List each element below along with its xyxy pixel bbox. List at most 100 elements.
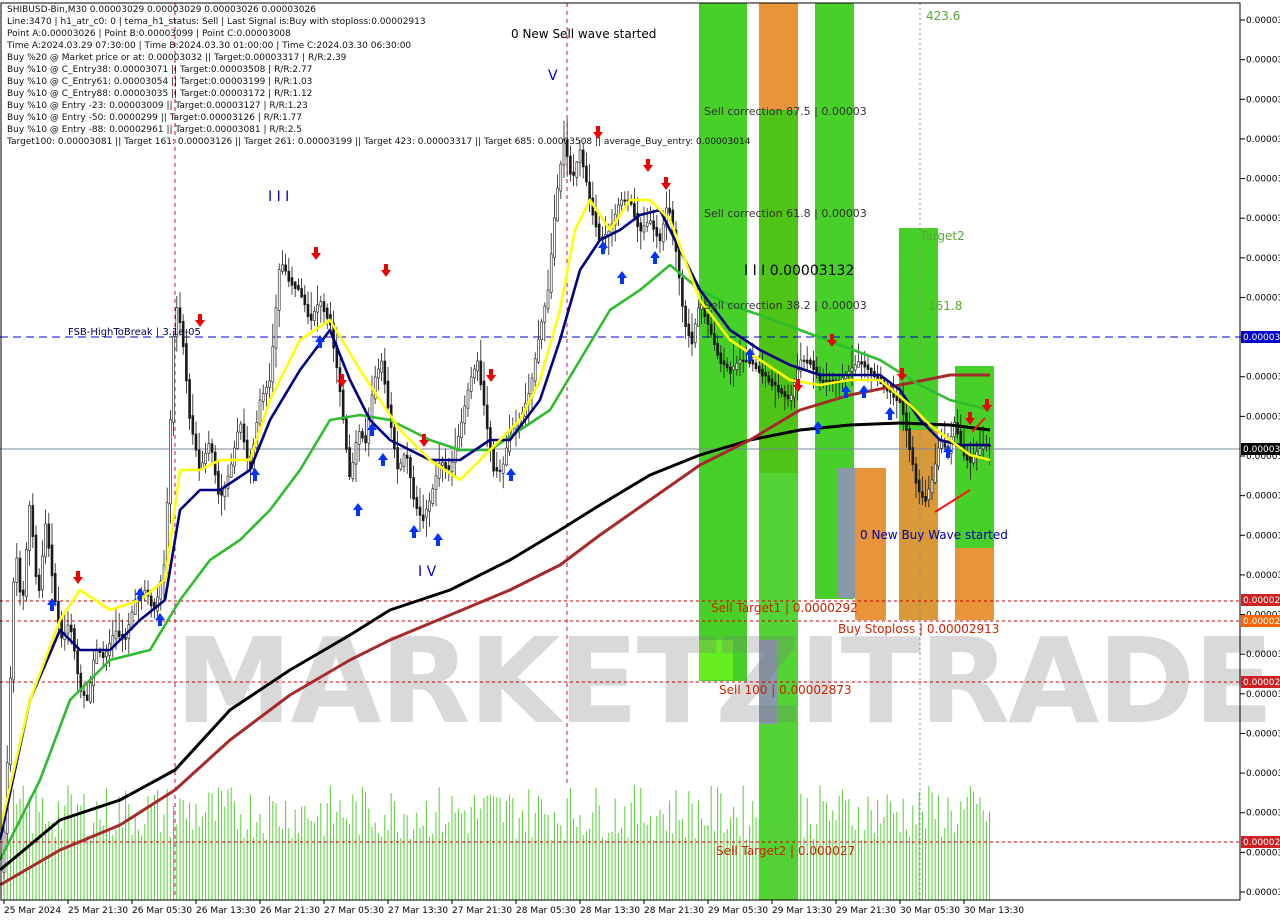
candle-body bbox=[274, 307, 278, 349]
candle-body bbox=[693, 323, 697, 344]
price-tick-label: 0.00003 bbox=[1246, 175, 1280, 185]
candle-body bbox=[185, 343, 188, 382]
sell-correction-618: Sell correction 61.8 | 0.00003 bbox=[704, 207, 867, 220]
price-tick-label: 0.00003 bbox=[1246, 16, 1280, 26]
candle-body bbox=[559, 163, 563, 192]
candle-body bbox=[777, 384, 780, 393]
candle-body bbox=[505, 447, 508, 466]
candle-body bbox=[713, 333, 716, 345]
time-tick-label: 26 Mar 05:30 bbox=[132, 906, 192, 916]
candle-body bbox=[802, 359, 806, 362]
candle-body bbox=[85, 694, 89, 701]
candle-body bbox=[719, 352, 723, 364]
candle-body bbox=[709, 323, 713, 335]
time-tick-label: 30 Mar 05:30 bbox=[900, 906, 960, 916]
candle-body bbox=[690, 331, 694, 345]
price-tick-label: 0.00003 bbox=[1246, 293, 1280, 303]
candle-body bbox=[924, 495, 927, 502]
candle-body bbox=[633, 203, 636, 218]
candle-body bbox=[908, 428, 911, 451]
candle-body bbox=[28, 505, 31, 551]
candle-body bbox=[268, 380, 271, 388]
zone-orange-2 bbox=[855, 468, 886, 620]
candle-body bbox=[447, 465, 451, 470]
candle-body bbox=[978, 448, 982, 456]
candle-body bbox=[367, 418, 371, 444]
info-line-targets: Target100: 0.00003081 || Target 161: 0.0… bbox=[7, 137, 751, 147]
candle-body bbox=[364, 435, 367, 444]
price-tick-label: 0.00003 bbox=[1246, 56, 1280, 66]
time-tick-label: 27 Mar 05:30 bbox=[324, 906, 384, 916]
candle-body bbox=[31, 505, 35, 537]
candle-body bbox=[357, 431, 361, 445]
candle-body bbox=[444, 462, 447, 470]
price-tick-label: 0.00003 bbox=[1246, 690, 1280, 700]
price-badge-label: 0.00002 bbox=[1243, 617, 1280, 627]
candle-body bbox=[15, 557, 19, 583]
candle-body bbox=[271, 346, 275, 383]
price-badge-label: 0.00003 bbox=[1243, 333, 1280, 343]
candle-body bbox=[210, 443, 214, 453]
candle-body bbox=[754, 362, 758, 369]
candle-body bbox=[789, 394, 793, 401]
candle-body bbox=[940, 441, 943, 449]
candle-body bbox=[9, 677, 12, 766]
candle-body bbox=[857, 361, 860, 368]
candle-body bbox=[207, 443, 211, 454]
candle-body bbox=[543, 305, 547, 323]
candle-body bbox=[53, 573, 57, 603]
candle-body bbox=[850, 367, 854, 372]
info-line-buy-c88: Buy %10 @ C_Entry88: 0.00003035 || Targe… bbox=[7, 89, 313, 99]
candle-body bbox=[197, 449, 201, 469]
price-badge-label: 0.00002 bbox=[1243, 596, 1280, 606]
candle-body bbox=[325, 307, 329, 319]
candle-body bbox=[194, 433, 198, 451]
price-tick-label: 0.00003 bbox=[1246, 214, 1280, 224]
candle-body bbox=[495, 467, 499, 472]
candle-body bbox=[95, 650, 99, 664]
candle-body bbox=[293, 281, 297, 289]
candle-body bbox=[69, 624, 73, 633]
candle-body bbox=[917, 479, 921, 493]
candle-body bbox=[501, 463, 505, 474]
candle-body bbox=[661, 223, 665, 243]
candle-body bbox=[751, 359, 755, 365]
candle-body bbox=[73, 628, 76, 652]
candle-body bbox=[658, 233, 662, 242]
zone-green-2 bbox=[759, 110, 798, 900]
candle-body bbox=[415, 497, 419, 509]
candle-body bbox=[853, 364, 857, 371]
candle-body bbox=[722, 360, 726, 365]
info-line-buy-e23: Buy %10 @ Entry -23: 0.00003009 || Targe… bbox=[7, 101, 308, 111]
candle-body bbox=[687, 323, 691, 337]
candle-body bbox=[306, 304, 310, 318]
fib-1618-label: 161.8 bbox=[928, 299, 962, 313]
candle-body bbox=[341, 389, 345, 421]
candle-body bbox=[783, 391, 787, 397]
candle-body bbox=[809, 359, 812, 365]
candle-body bbox=[114, 630, 118, 640]
price-tick-label: 0.00003 bbox=[1246, 769, 1280, 779]
candle-body bbox=[533, 358, 537, 382]
candle-body bbox=[556, 187, 559, 222]
candle-body bbox=[757, 365, 761, 373]
candle-body bbox=[82, 690, 86, 696]
candle-body bbox=[41, 555, 44, 591]
candle-body bbox=[649, 220, 652, 224]
candle-body bbox=[233, 447, 236, 467]
candle-body bbox=[793, 382, 796, 398]
candle-body bbox=[735, 362, 739, 370]
candle-body bbox=[594, 210, 598, 228]
info-line-times: Time A:2024.03.29 07:30:00 | Time B:2024… bbox=[7, 41, 412, 51]
candle-body bbox=[620, 199, 623, 206]
price-tick-label: 0.00003 bbox=[1246, 888, 1280, 898]
candle-body bbox=[25, 549, 28, 597]
candle-body bbox=[380, 360, 383, 373]
info-line-buy-e50: Buy %10 @ Entry -50: 0.0000299 || Target… bbox=[7, 113, 303, 123]
candle-body bbox=[297, 284, 300, 290]
zone-orange-3 bbox=[899, 430, 938, 620]
candle-body bbox=[866, 364, 870, 370]
candle-body bbox=[479, 360, 483, 386]
info-line-status: Line:3470 | h1_atr_c0: 0 | tema_h1_statu… bbox=[7, 17, 426, 27]
candle-body bbox=[316, 304, 319, 313]
